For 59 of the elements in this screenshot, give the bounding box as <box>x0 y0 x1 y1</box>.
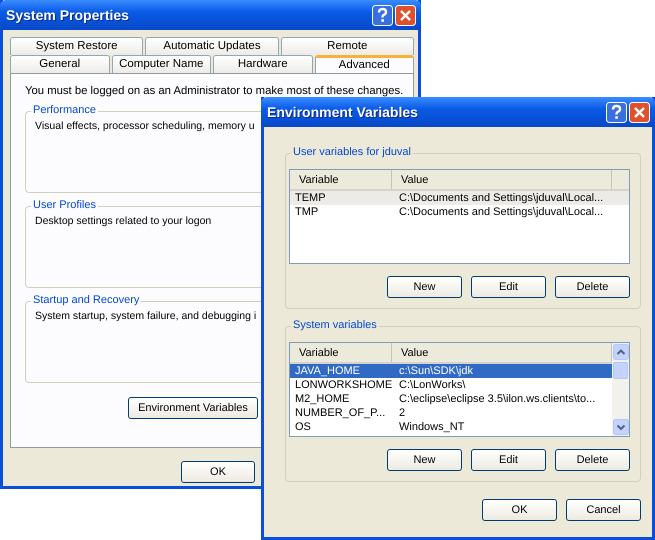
help-icon[interactable] <box>372 4 393 26</box>
variable-name: JAVA_HOME <box>294 364 361 378</box>
list-action-button[interactable]: Delete <box>555 449 630 471</box>
group-description: Visual effects, processor scheduling, memory u <box>35 120 256 132</box>
close-icon[interactable] <box>629 102 650 122</box>
list-action-button[interactable]: Edit <box>471 276 546 298</box>
cancel-button[interactable]: Cancel <box>566 499 641 521</box>
variable-value: Windows_NT <box>398 420 464 434</box>
variable-value: 2 <box>398 406 406 420</box>
variable-value: C:\Documents and Settings\jduval\Local... <box>398 205 604 219</box>
variable-value: C:\LonWorks\ <box>398 378 466 392</box>
scrollbar[interactable] <box>612 343 629 436</box>
group-title: Startup and Recovery <box>31 294 142 306</box>
column-header[interactable]: Variable <box>290 343 392 362</box>
scroll-up-icon[interactable] <box>612 344 628 360</box>
group-title: Performance <box>31 104 98 116</box>
tab[interactable]: General <box>10 55 110 73</box>
group-title: User Profiles <box>31 199 98 211</box>
scroll-down-icon[interactable] <box>612 419 628 435</box>
list-row[interactable]: OS Windows_NT <box>290 420 612 434</box>
list-row[interactable]: JAVA_HOME c:\Sun\SDK\jdk <box>290 364 612 378</box>
list-action-button[interactable]: Edit <box>471 449 546 471</box>
list-action-button[interactable]: New <box>387 276 462 298</box>
group-description: System startup, system failure, and debugging i <box>35 310 258 322</box>
variable-name: LONWORKSHOME <box>294 378 392 392</box>
window-title: System Properties <box>6 7 129 23</box>
list-row[interactable]: TEMP C:\Documents and Settings\jduval\Local... <box>290 191 629 205</box>
list-action-button[interactable]: Delete <box>555 276 630 298</box>
variable-name: TEMP <box>294 191 327 205</box>
environment-variables-button[interactable]: Environment Variables <box>128 397 258 419</box>
group-title: System variables <box>291 319 379 331</box>
list-row[interactable]: LONWORKSHOME C:\LonWorks\ <box>290 378 612 392</box>
ok-button[interactable]: OK <box>482 499 557 521</box>
group-title: User variables for jduval <box>291 146 413 158</box>
column-header[interactable]: Variable <box>290 170 392 189</box>
close-icon[interactable] <box>395 4 416 26</box>
tab[interactable]: System Restore <box>10 37 144 55</box>
variable-name: NUMBER_OF_P... <box>294 406 386 420</box>
variable-value: C:\Documents and Settings\jduval\Local... <box>398 191 604 205</box>
variable-value: c:\Sun\SDK\jdk <box>398 364 473 378</box>
tab[interactable]: Advanced <box>314 55 414 73</box>
variable-name: TMP <box>294 205 320 219</box>
scroll-thumb[interactable] <box>613 362 628 379</box>
variable-value: C:\eclipse\eclipse 3.5\ilon.ws.clients\to... <box>398 392 596 406</box>
list-action-button[interactable]: New <box>387 449 462 471</box>
list-row[interactable]: TMP C:\Documents and Settings\jduval\Local... <box>290 205 629 219</box>
tab[interactable]: Hardware <box>213 55 312 73</box>
variable-name: OS <box>294 420 312 434</box>
list-row[interactable]: NUMBER_OF_P... 2 <box>290 406 612 420</box>
tab[interactable]: Computer Name <box>112 55 211 73</box>
tab[interactable]: Remote <box>280 37 414 55</box>
ok-button[interactable]: OK <box>181 461 255 483</box>
list-row[interactable]: M2_HOME C:\eclipse\eclipse 3.5\ilon.ws.clients\to... <box>290 392 612 406</box>
tab[interactable]: Automatic Updates <box>145 37 279 55</box>
column-header[interactable]: Value <box>392 170 612 189</box>
help-icon[interactable] <box>606 102 627 122</box>
group-description: Desktop settings related to your logon <box>35 215 212 227</box>
variable-name: M2_HOME <box>294 392 350 406</box>
window-title: Environment Variables <box>267 104 418 120</box>
